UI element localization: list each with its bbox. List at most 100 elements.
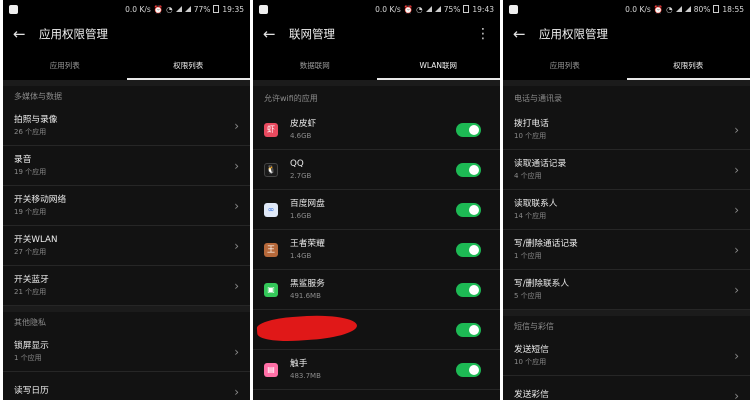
app-row-blackshark: ▣ 黑鲨服务 491.6MB: [253, 270, 500, 310]
row-count: 27 个应用: [14, 247, 47, 256]
battery-percent: 77%: [193, 4, 211, 14]
wifi-icon: ◔: [416, 4, 423, 14]
signal-icon-2: [434, 6, 441, 12]
honor-of-kings-icon: 王: [264, 242, 278, 257]
permission-row-mobile-network[interactable]: 开关移动网络 19 个应用 ›: [3, 186, 250, 226]
permission-row-read-contacts[interactable]: 读取联系人 14 个应用 ›: [503, 190, 750, 230]
screen-network-management: 0.0 K/s ⏰ ◔ 75% 19:43 ← 联网管理 ⋮ 数据联网 WLAN…: [253, 0, 500, 400]
tab-permission-list[interactable]: 权限列表: [126, 50, 251, 80]
row-label: 拨打电话: [514, 118, 549, 129]
row-label: 读取联系人: [514, 198, 558, 209]
chevron-right-icon: ›: [234, 278, 239, 293]
back-arrow-icon[interactable]: ←: [513, 25, 537, 43]
permission-row-write-contacts[interactable]: 写/删除联系人 5 个应用 ›: [503, 270, 750, 310]
row-label: 开关移动网络: [14, 194, 67, 205]
back-arrow-icon[interactable]: ←: [13, 25, 37, 43]
page-title: 联网管理: [289, 27, 335, 41]
wifi-toggle[interactable]: [456, 282, 481, 297]
alarm-icon: ⏰: [653, 4, 664, 14]
alarm-icon: ⏰: [153, 4, 164, 14]
app-row-chushou: ▤ 触手 483.7MB: [253, 350, 500, 390]
app-size: 1.6GB: [290, 211, 312, 220]
wifi-toggle[interactable]: [456, 202, 481, 217]
row-label: 发送彩信: [514, 390, 549, 400]
tab-permission-list[interactable]: 权限列表: [626, 50, 751, 80]
section-header-phone: 电话与通讯录: [514, 93, 562, 103]
signal-icon: [175, 6, 182, 12]
wifi-toggle[interactable]: [456, 122, 481, 137]
row-count: 1 个应用: [514, 251, 542, 260]
row-count: 1 个应用: [14, 353, 42, 362]
app-name: 王者荣耀: [290, 238, 325, 249]
network-speed: 0.0 K/s: [125, 4, 151, 14]
back-arrow-icon[interactable]: ←: [263, 25, 287, 43]
row-label: 锁屏显示: [14, 340, 49, 351]
permission-row-read-call-log[interactable]: 读取通话记录 4 个应用 ›: [503, 150, 750, 190]
app-name: 黑鲨服务: [290, 278, 325, 289]
row-count: 26 个应用: [14, 127, 47, 136]
permission-row-write-call-log[interactable]: 写/删除通话记录 1 个应用 ›: [503, 230, 750, 270]
more-vert-icon[interactable]: ⋮: [476, 26, 490, 42]
row-label: 读写日历: [14, 386, 49, 396]
tab-bar: 应用列表 权限列表: [503, 50, 750, 80]
signal-icon-2: [684, 6, 691, 12]
qq-penguin-icon: 🐧: [264, 162, 278, 177]
wifi-toggle[interactable]: [456, 242, 481, 257]
permission-row-record[interactable]: 录音 19 个应用 ›: [3, 146, 250, 186]
chevron-right-icon: ›: [734, 202, 739, 217]
row-label: 录音: [14, 154, 32, 165]
tab-app-list[interactable]: 应用列表: [503, 50, 627, 80]
clock: 18:55: [722, 4, 744, 14]
blackshark-service-icon: ▣: [264, 282, 278, 297]
clock: 19:35: [222, 4, 244, 14]
row-count: 19 个应用: [14, 207, 47, 216]
permission-row-lockscreen[interactable]: 锁屏显示 1 个应用 ›: [3, 332, 250, 372]
permission-row-bluetooth[interactable]: 开关蓝牙 21 个应用 ›: [3, 266, 250, 306]
permission-row-send-sms[interactable]: 发送短信 10 个应用 ›: [503, 336, 750, 376]
permission-row-calendar[interactable]: 读写日历 ›: [3, 372, 250, 400]
app-badge-icon: [9, 4, 18, 14]
app-row-pipixia: 虾 皮皮虾 4.6GB: [253, 110, 500, 150]
signal-icon-2: [184, 6, 191, 12]
tab-wlan[interactable]: WLAN联网: [376, 50, 501, 80]
permission-row-send-mms[interactable]: 发送彩信 ›: [503, 376, 750, 400]
battery-icon: [213, 5, 220, 13]
battery-icon: [713, 5, 720, 13]
chevron-right-icon: ›: [734, 282, 739, 297]
row-label: 拍照与录像: [14, 114, 58, 125]
chevron-right-icon: ›: [234, 238, 239, 253]
permission-row-camera[interactable]: 拍照与录像 26 个应用 ›: [3, 106, 250, 146]
wifi-toggle[interactable]: [456, 162, 481, 177]
app-row-qq: 🐧 QQ 2.7GB: [253, 150, 500, 190]
app-bar: ← 应用权限管理: [503, 18, 750, 50]
wifi-toggle[interactable]: [456, 362, 481, 377]
tab-mobile-data[interactable]: 数据联网: [253, 50, 377, 80]
chevron-right-icon: ›: [734, 122, 739, 137]
baidu-netdisk-icon: ∞: [264, 202, 278, 217]
permission-row-make-calls[interactable]: 拨打电话 10 个应用 ›: [503, 110, 750, 150]
tab-app-list[interactable]: 应用列表: [3, 50, 127, 80]
battery-icon: [463, 5, 470, 13]
chevron-right-icon: ›: [734, 388, 739, 400]
wifi-toggle[interactable]: [456, 322, 481, 337]
chevron-right-icon: ›: [234, 384, 239, 399]
row-label: 写/删除通话记录: [514, 238, 578, 249]
wifi-icon: ◔: [666, 4, 673, 14]
chushou-icon: ▤: [264, 362, 278, 377]
section-header-privacy: 其他隐私: [14, 317, 46, 327]
app-name: 触手: [290, 358, 308, 369]
network-speed: 0.0 K/s: [625, 4, 651, 14]
row-label: 写/删除联系人: [514, 278, 570, 289]
row-label: 发送短信: [514, 344, 549, 355]
chevron-right-icon: ›: [734, 242, 739, 257]
status-bar: 0.0 K/s ⏰ ◔ 80% 18:55: [503, 0, 750, 18]
row-count: 4 个应用: [514, 171, 542, 180]
chevron-right-icon: ›: [734, 162, 739, 177]
row-count: 14 个应用: [514, 211, 547, 220]
app-name: QQ: [290, 158, 304, 169]
row-count: 19 个应用: [14, 167, 47, 176]
row-count: 21 个应用: [14, 287, 47, 296]
battery-percent: 80%: [693, 4, 711, 14]
app-badge-icon: [509, 4, 518, 14]
permission-row-wlan[interactable]: 开关WLAN 27 个应用 ›: [3, 226, 250, 266]
